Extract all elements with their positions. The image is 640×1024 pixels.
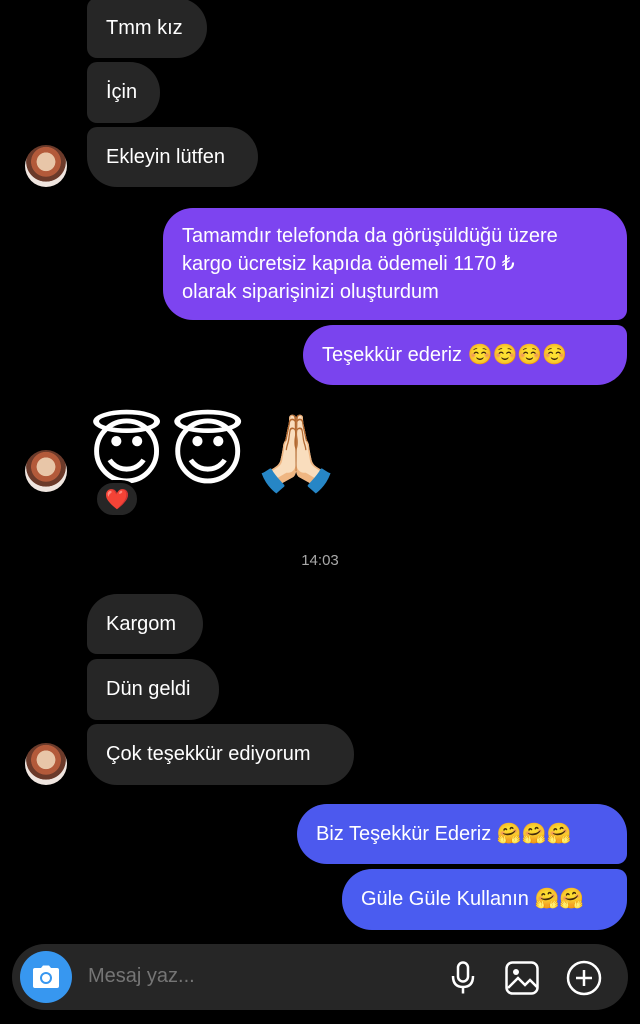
gallery-icon — [505, 961, 539, 995]
message-text-line: kargo ücretsiz kapıda ödemeli 1170 ₺ — [182, 253, 515, 275]
message-input[interactable] — [88, 958, 428, 994]
message-text: Teşekkür ederiz ☺️☺️☺️☺️ — [322, 344, 568, 366]
gallery-button[interactable] — [502, 958, 542, 998]
message-text: İçin — [106, 81, 138, 103]
message-text: Biz Teşekkür Ederiz 🤗🤗🤗 — [316, 823, 572, 845]
message-text-line: olarak siparişinizi oluşturdum — [182, 281, 439, 303]
message-thread: Tmm kız İçin Ekleyin lütfen Tamamdır tel… — [0, 0, 640, 940]
message-text: Dün geldi — [106, 678, 191, 700]
incoming-message[interactable]: Kargom — [87, 594, 203, 654]
heart-reaction[interactable]: ❤️ — [94, 480, 140, 518]
incoming-message[interactable]: Ekleyin lütfen — [87, 127, 258, 187]
message-text: Güle Güle Kullanın 🤗🤗 — [361, 888, 585, 910]
message-text: Ekleyin lütfen — [106, 146, 225, 168]
add-icon — [566, 960, 602, 996]
outgoing-message[interactable]: Biz Teşekkür Ederiz 🤗🤗🤗 — [297, 804, 627, 864]
avatar[interactable] — [25, 743, 67, 785]
incoming-message[interactable]: Dün geldi — [87, 659, 219, 720]
microphone-icon — [451, 961, 475, 994]
incoming-message[interactable]: İçin — [87, 62, 160, 123]
add-button[interactable] — [564, 958, 604, 998]
avatar[interactable] — [25, 145, 67, 187]
message-text: Tmm kız — [106, 17, 183, 39]
incoming-message[interactable]: Çok teşekkür ediyorum — [87, 724, 354, 785]
outgoing-message[interactable]: Teşekkür ederiz ☺️☺️☺️☺️ — [303, 325, 627, 385]
message-composer — [12, 944, 628, 1010]
camera-icon — [33, 965, 59, 988]
outgoing-message[interactable]: Tamamdır telefonda da görüşüldüğü üzere … — [163, 208, 627, 320]
microphone-button[interactable] — [443, 958, 483, 998]
avatar[interactable] — [25, 450, 67, 492]
incoming-message[interactable]: Tmm kız — [87, 0, 207, 58]
message-text-line: Tamamdır telefonda da görüşüldüğü üzere — [182, 225, 558, 247]
message-text: Kargom — [106, 613, 177, 635]
message-text: Çok teşekkür ediyorum — [106, 743, 311, 765]
camera-button[interactable] — [20, 951, 72, 1003]
heart-icon: ❤️ — [104, 488, 130, 511]
outgoing-message[interactable]: Güle Güle Kullanın 🤗🤗 — [342, 869, 627, 930]
timestamp: 14:03 — [301, 552, 339, 569]
